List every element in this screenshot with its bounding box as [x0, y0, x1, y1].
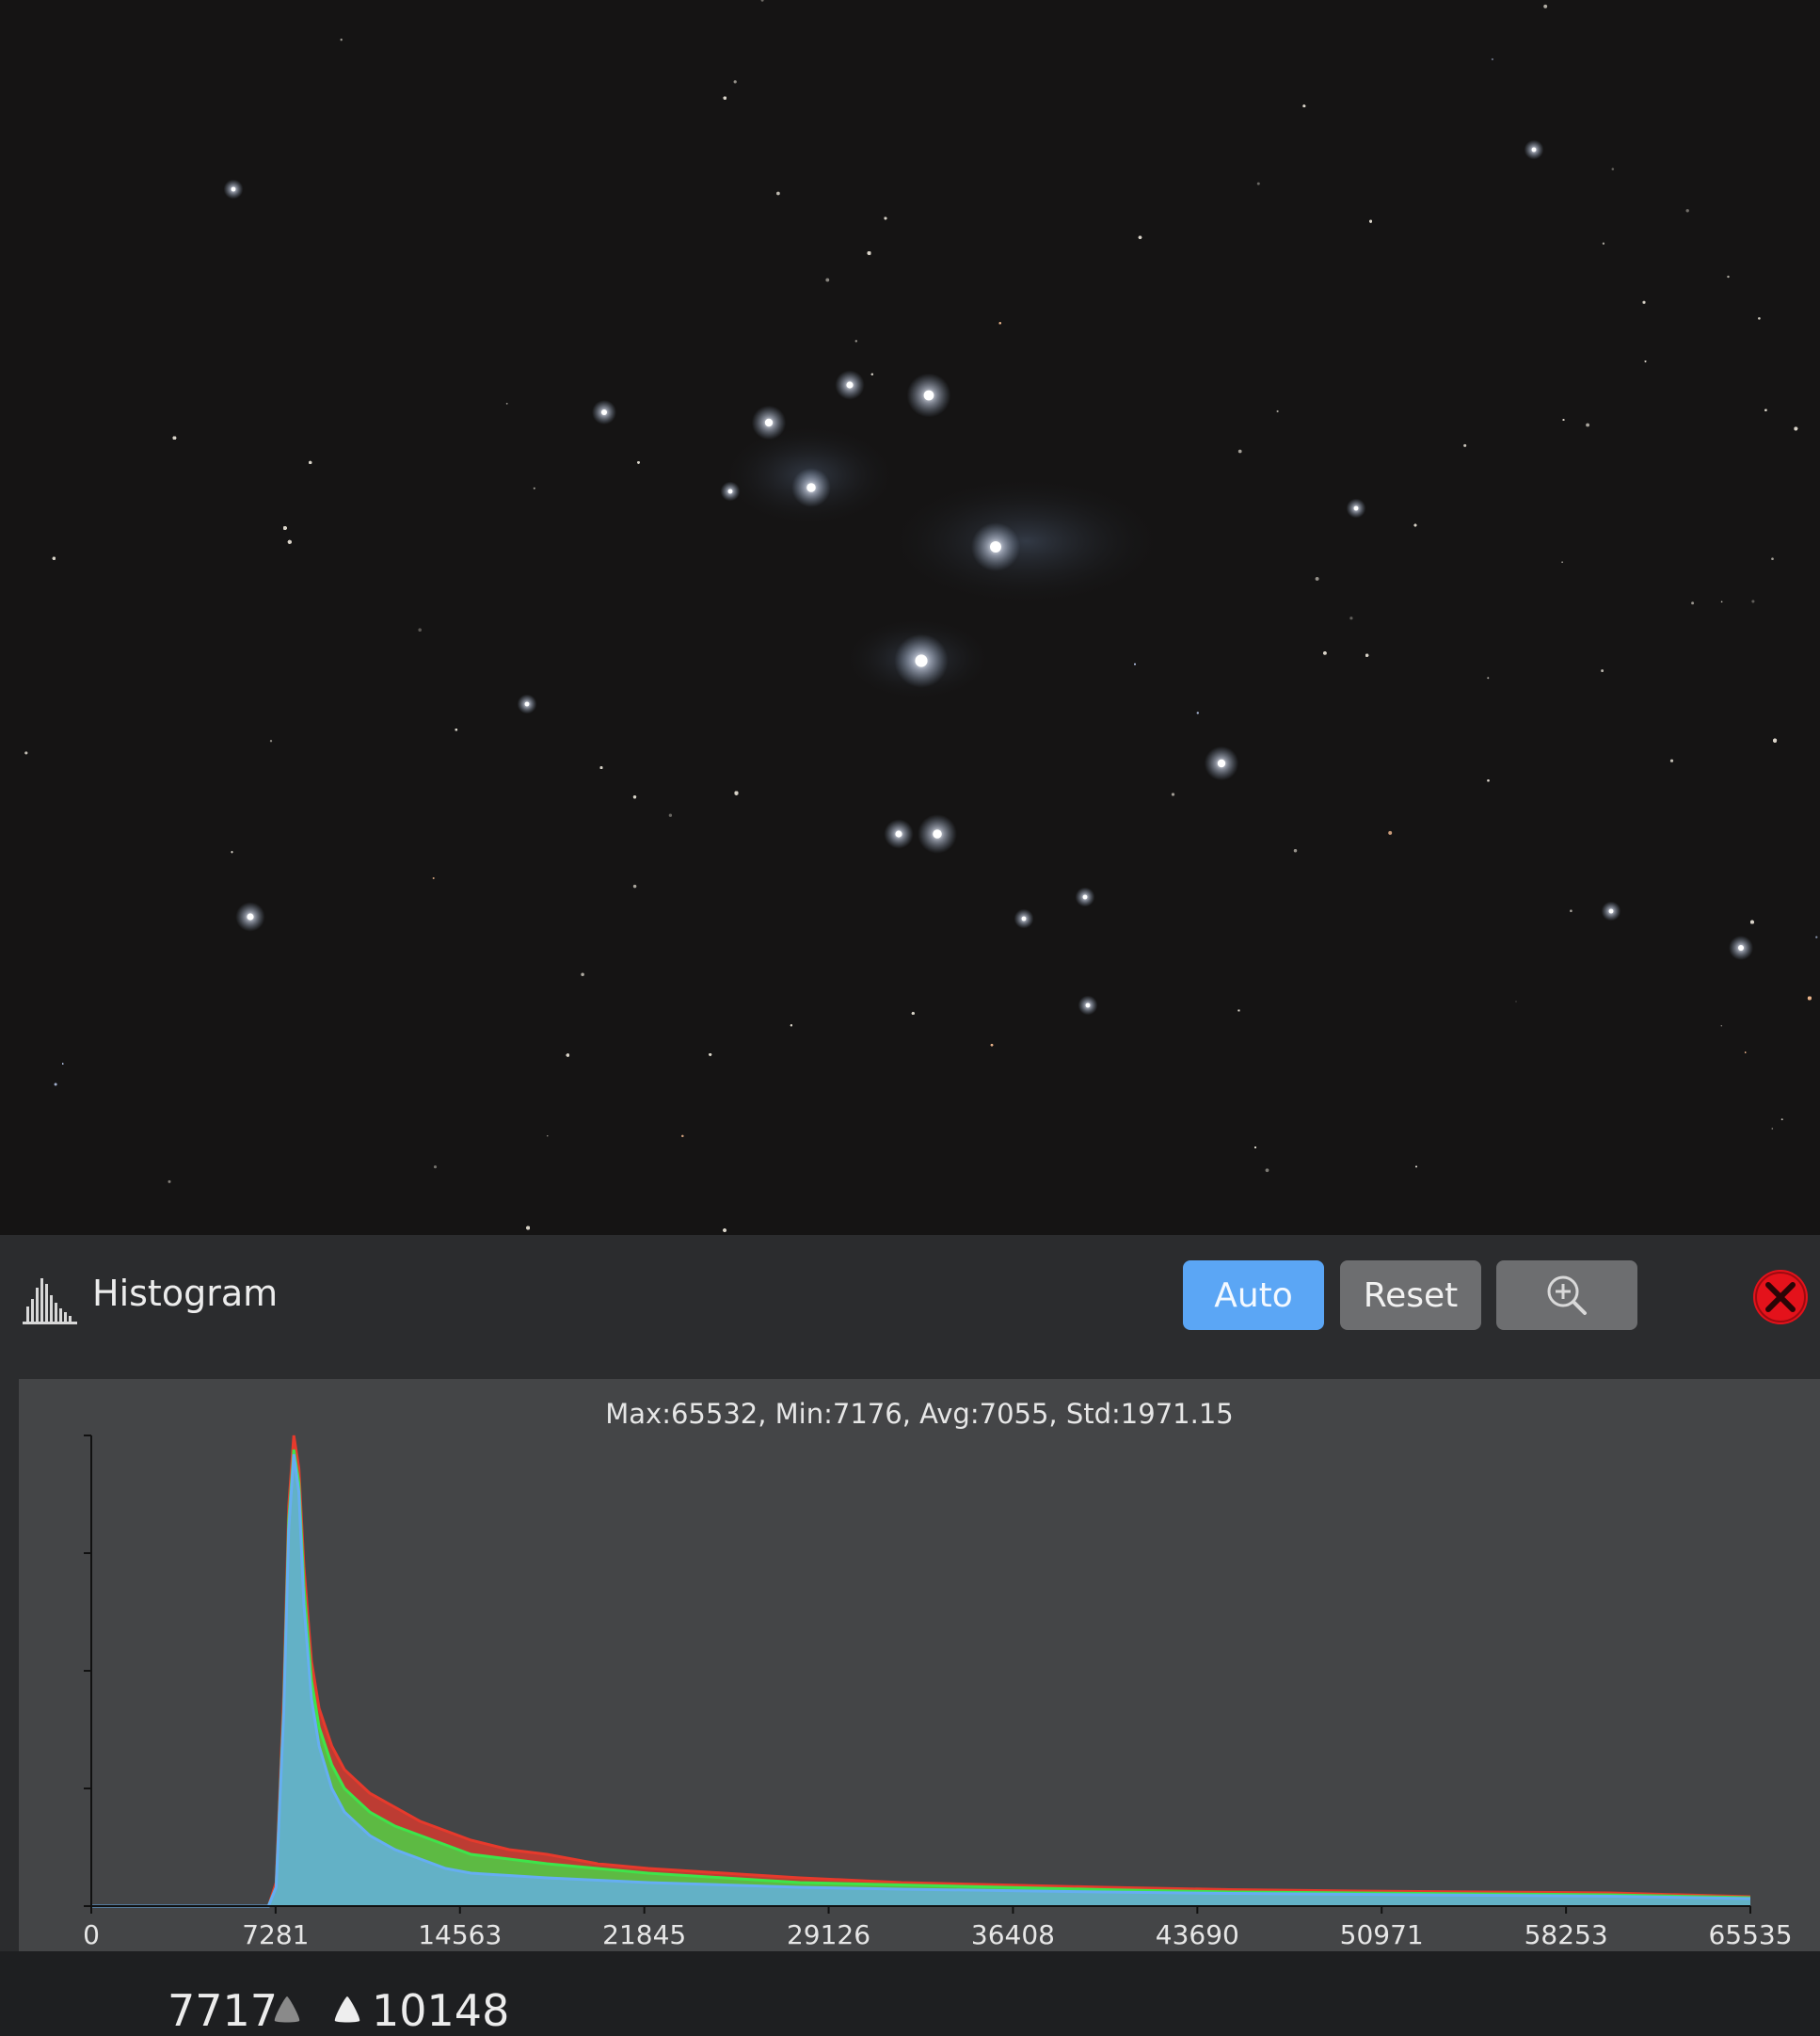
stretch-footer: 7717 10148 — [0, 1951, 1820, 2036]
zoom-button[interactable] — [1496, 1260, 1637, 1330]
zoom-in-icon — [1547, 1275, 1587, 1315]
auto-button-label: Auto — [1214, 1275, 1293, 1315]
x-tick-label: 14563 — [418, 1919, 502, 1950]
x-tick-label: 65535 — [1708, 1919, 1792, 1950]
star-field-image — [0, 0, 1820, 1235]
x-tick-label: 58253 — [1525, 1919, 1608, 1950]
histogram-plot-area: Max:65532, Min:7176, Avg:7055, Std:1971.… — [19, 1379, 1820, 1951]
x-tick-label: 50971 — [1340, 1919, 1424, 1950]
x-tick-label: 29126 — [787, 1919, 870, 1950]
low-stretch-value: 7717 — [168, 1985, 279, 2036]
high-stretch-handle-icon[interactable] — [331, 1993, 363, 2025]
histogram-panel: Histogram Auto Reset Max:65532, Min:7176… — [0, 1235, 1820, 2036]
series-area-b — [91, 1454, 1750, 1906]
x-tick-label: 0 — [83, 1919, 100, 1950]
reset-button[interactable]: Reset — [1340, 1260, 1481, 1330]
x-tick-label: 7281 — [242, 1919, 309, 1950]
panel-title: Histogram — [92, 1273, 279, 1314]
high-stretch-value: 10148 — [372, 1985, 510, 2036]
histogram-chart[interactable]: 0 7281 14563 21845 29126 36408 43690 50971 58253… — [19, 1379, 1820, 1951]
close-button[interactable] — [1752, 1269, 1809, 1325]
x-tick-label: 43690 — [1156, 1919, 1239, 1950]
x-tick-label: 21845 — [602, 1919, 686, 1950]
reset-button-label: Reset — [1363, 1275, 1459, 1315]
histogram-icon — [23, 1278, 77, 1324]
histogram-header: Histogram Auto Reset — [0, 1235, 1820, 1376]
low-stretch-handle-icon[interactable] — [271, 1993, 303, 2025]
x-tick-label: 36408 — [971, 1919, 1055, 1950]
auto-button[interactable]: Auto — [1183, 1260, 1324, 1330]
